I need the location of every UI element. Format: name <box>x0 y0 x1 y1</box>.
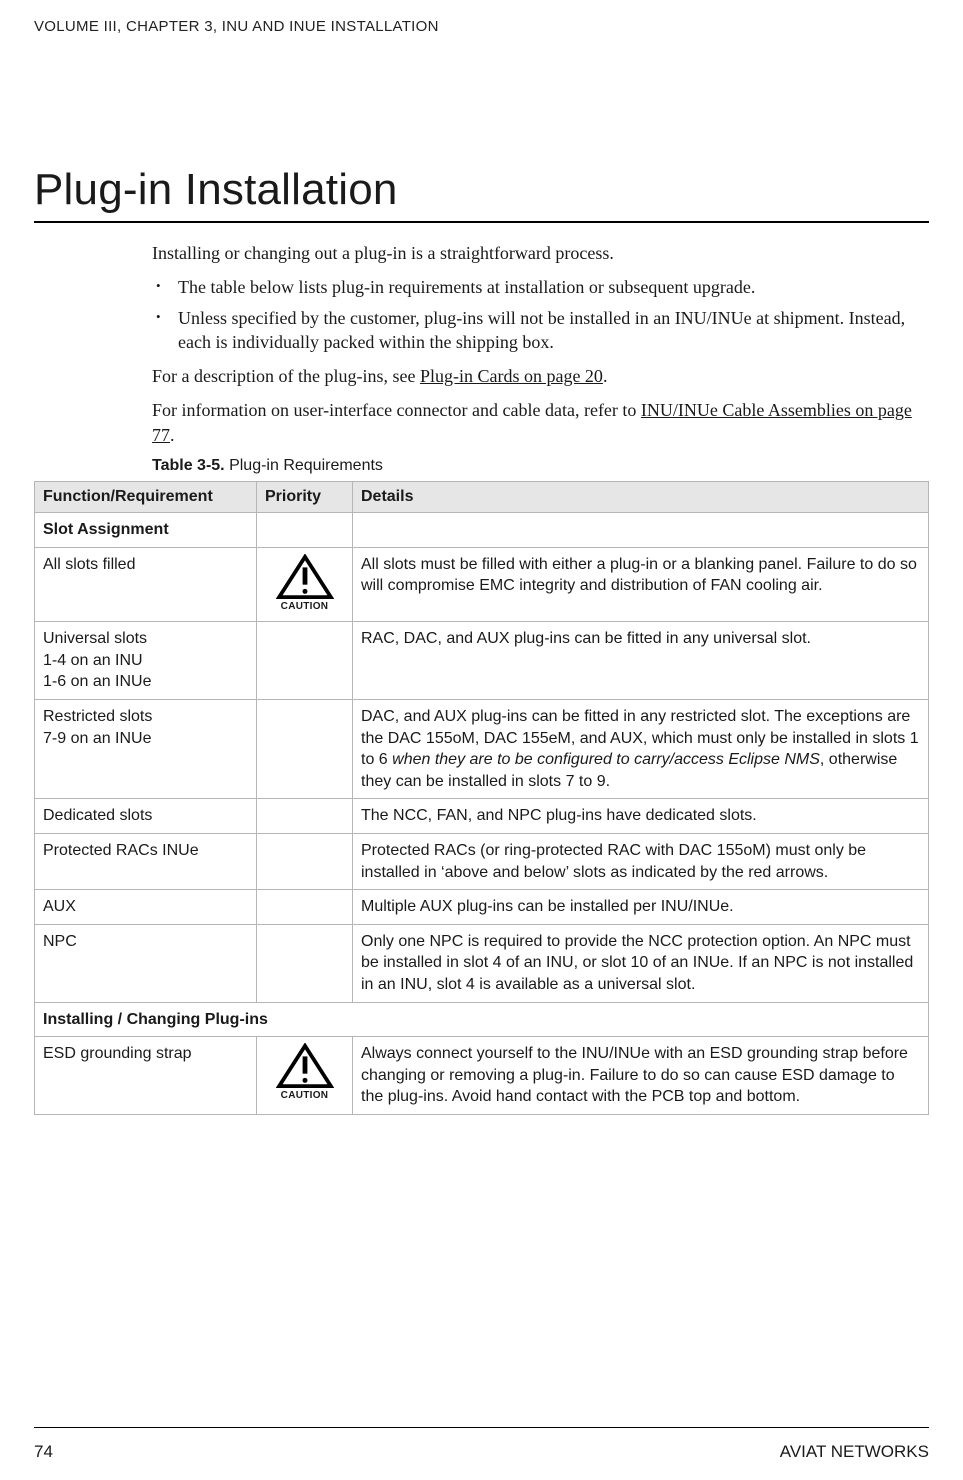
cell-priority <box>257 834 353 890</box>
title-rule <box>34 221 929 223</box>
cell-priority <box>257 700 353 799</box>
table-number: Table 3-5. <box>152 457 225 474</box>
section-label: Installing / Changing Plug-ins <box>35 1002 929 1037</box>
text: 7-9 on an INUe <box>43 730 152 747</box>
cell-function: NPC <box>35 924 257 1002</box>
section-row-slot-assignment: Slot Assignment <box>35 513 929 548</box>
footer-brand: AVIAT NETWORKS <box>780 1442 929 1462</box>
table-row: AUX Multiple AUX plug-ins can be install… <box>35 890 929 925</box>
paragraph-plugin-desc: For a description of the plug-ins, see P… <box>152 364 919 388</box>
text: 1-4 on an INU <box>43 652 143 669</box>
table-header-row: Function/Requirement Priority Details <box>35 482 929 513</box>
table-caption: Table 3-5. Plug-in Requirements <box>152 457 919 475</box>
table-title: Plug-in Requirements <box>225 457 383 474</box>
xref-plugin-cards[interactable]: Plug-in Cards on page 20 <box>420 366 603 386</box>
cell-function: Universal slots 1-4 on an INU 1-6 on an … <box>35 622 257 700</box>
cell-function: Protected RACs INUe <box>35 834 257 890</box>
intro-paragraph: Installing or changing out a plug-in is … <box>152 241 919 265</box>
text: . <box>603 366 608 386</box>
table-row: NPC Only one NPC is required to provide … <box>35 924 929 1002</box>
text: For a description of the plug-ins, see <box>152 366 420 386</box>
body-column: Installing or changing out a plug-in is … <box>152 241 919 475</box>
list-item: Unless specified by the customer, plug-i… <box>156 306 919 355</box>
cell <box>257 513 353 548</box>
section-row-installing-changing: Installing / Changing Plug-ins <box>35 1002 929 1037</box>
text: Restricted slots <box>43 708 152 725</box>
table-row: ESD grounding strap CAUTION Always conne… <box>35 1037 929 1115</box>
page-footer: 74 AVIAT NETWORKS <box>34 1427 929 1462</box>
plugin-requirements-table: Function/Requirement Priority Details Sl… <box>34 481 929 1115</box>
caution-icon: CAUTION <box>276 1043 334 1101</box>
th-details: Details <box>353 482 929 513</box>
cell-priority <box>257 924 353 1002</box>
cell-details: Protected RACs (or ring-protected RAC wi… <box>353 834 929 890</box>
cell-details: Always connect yourself to the INU/INUe … <box>353 1037 929 1115</box>
table-row: All slots filled CAUTION All slots must … <box>35 547 929 622</box>
cell-priority <box>257 622 353 700</box>
footer-rule <box>34 1427 929 1428</box>
page-header: VOLUME III, CHAPTER 3, INU AND INUE INST… <box>34 18 929 35</box>
text: 1-6 on an INUe <box>43 673 152 690</box>
page-title: Plug-in Installation <box>34 165 929 215</box>
caution-icon: CAUTION <box>276 554 334 612</box>
th-priority: Priority <box>257 482 353 513</box>
caution-label: CAUTION <box>276 602 334 612</box>
text: Universal slots <box>43 630 147 647</box>
page-number: 74 <box>34 1442 53 1462</box>
cell-priority: CAUTION <box>257 547 353 622</box>
cell-function: Dedicated slots <box>35 799 257 834</box>
table-row: Protected RACs INUe Protected RACs (or r… <box>35 834 929 890</box>
cell <box>353 513 929 548</box>
text-emphasis: when they are to be configured to carry/… <box>392 751 820 768</box>
section-label: Slot Assignment <box>35 513 257 548</box>
cell-details: All slots must be filled with either a p… <box>353 547 929 622</box>
text: For information on user-interface connec… <box>152 400 641 420</box>
cell-function: Restricted slots 7-9 on an INUe <box>35 700 257 799</box>
cell-priority: CAUTION <box>257 1037 353 1115</box>
table-row: Universal slots 1-4 on an INU 1-6 on an … <box>35 622 929 700</box>
list-item: The table below lists plug-in requiremen… <box>156 275 919 299</box>
cell-details: Multiple AUX plug-ins can be installed p… <box>353 890 929 925</box>
intro-bullet-list: The table below lists plug-in requiremen… <box>152 275 919 354</box>
cell-priority <box>257 890 353 925</box>
cell-details: RAC, DAC, and AUX plug-ins can be fitted… <box>353 622 929 700</box>
cell-function: AUX <box>35 890 257 925</box>
paragraph-cable-assemblies: For information on user-interface connec… <box>152 398 919 447</box>
cell-priority <box>257 799 353 834</box>
cell-details: Only one NPC is required to provide the … <box>353 924 929 1002</box>
cell-details: DAC, and AUX plug-ins can be fitted in a… <box>353 700 929 799</box>
cell-function: ESD grounding strap <box>35 1037 257 1115</box>
text: . <box>170 425 175 445</box>
table-row: Dedicated slots The NCC, FAN, and NPC pl… <box>35 799 929 834</box>
table-row: Restricted slots 7-9 on an INUe DAC, and… <box>35 700 929 799</box>
cell-function: All slots filled <box>35 547 257 622</box>
cell-details: The NCC, FAN, and NPC plug-ins have dedi… <box>353 799 929 834</box>
th-function: Function/Requirement <box>35 482 257 513</box>
caution-label: CAUTION <box>276 1091 334 1101</box>
